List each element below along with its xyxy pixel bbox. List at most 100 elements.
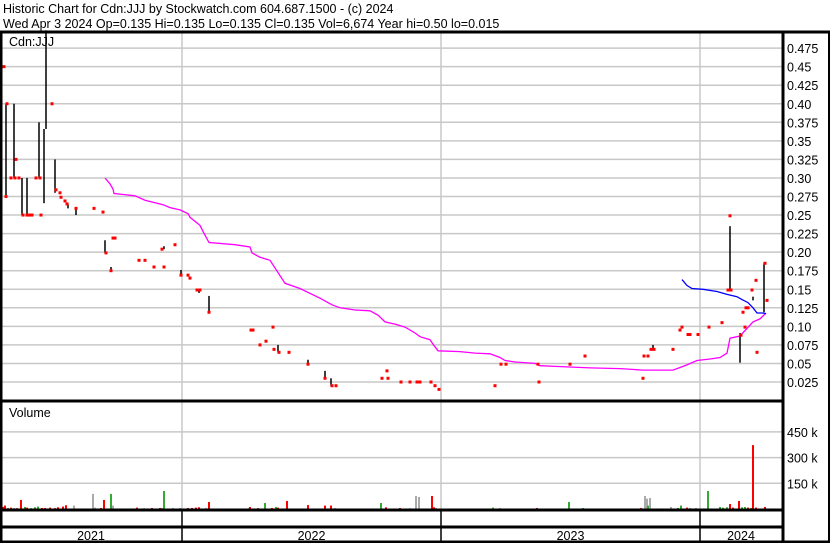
volume-tick-label: 150 k <box>787 477 818 491</box>
close-marker <box>583 354 587 358</box>
close-marker <box>380 376 384 380</box>
volume-bar <box>73 505 75 509</box>
close-marker <box>104 251 108 255</box>
price-tick-label: 0.45 <box>787 61 811 75</box>
volume-bar <box>324 505 326 509</box>
close-marker <box>641 376 645 380</box>
price-tick-label: 0.225 <box>787 228 818 242</box>
close-marker <box>63 199 67 203</box>
close-marker <box>188 276 192 280</box>
close-marker <box>50 102 54 106</box>
close-marker <box>162 265 166 269</box>
price-tick-label: 0.35 <box>787 135 811 149</box>
year-label: 2021 <box>77 529 105 543</box>
close-marker <box>198 288 202 292</box>
close-marker <box>109 269 113 273</box>
volume-bar <box>729 504 731 509</box>
price-tick-label: 0.125 <box>787 302 818 316</box>
close-marker <box>765 298 769 302</box>
close-marker <box>13 176 17 180</box>
volume-bar <box>264 503 266 509</box>
price-tick-label: 0.40 <box>787 98 811 112</box>
close-marker <box>101 210 105 214</box>
price-tick-label: 0.10 <box>787 320 811 334</box>
close-marker <box>671 347 675 351</box>
close-marker <box>65 202 69 206</box>
volume-bar <box>103 499 105 509</box>
close-marker <box>385 369 389 373</box>
volume-bar <box>92 493 94 509</box>
close-marker <box>58 191 62 195</box>
close-marker <box>536 362 540 366</box>
volume-bar <box>415 495 417 509</box>
stock-chart: Historic Chart for Cdn:JJJ by Stockwatch… <box>0 0 830 543</box>
close-marker <box>160 247 164 251</box>
close-marker <box>264 339 268 343</box>
close-marker <box>493 384 497 388</box>
price-tick-label: 0.375 <box>787 116 818 130</box>
close-marker <box>739 333 743 337</box>
volume-bar <box>286 500 288 509</box>
volume-bar <box>707 491 709 509</box>
volume-bar <box>752 445 754 509</box>
close-marker <box>696 333 700 337</box>
close-marker <box>74 206 78 210</box>
price-tick-label: 0.025 <box>787 376 818 390</box>
close-marker <box>504 362 508 366</box>
close-marker <box>271 325 275 329</box>
volume-bar <box>738 500 740 509</box>
close-marker <box>277 350 281 354</box>
close-marker <box>537 380 541 384</box>
close-marker <box>251 328 255 332</box>
close-marker <box>179 273 183 277</box>
close-marker <box>287 350 291 354</box>
close-marker <box>755 350 759 354</box>
close-marker <box>688 333 692 337</box>
close-marker <box>5 102 9 106</box>
close-marker <box>306 362 310 366</box>
close-marker <box>726 288 730 292</box>
close-marker <box>680 325 684 329</box>
close-marker <box>330 384 334 388</box>
close-marker <box>386 376 390 380</box>
volume-tick-label: 450 k <box>787 426 818 440</box>
volume-bar <box>112 505 114 509</box>
close-marker <box>763 261 767 265</box>
volume-bar <box>4 505 6 509</box>
close-marker <box>754 278 758 282</box>
close-marker <box>334 384 338 388</box>
volume-bar <box>330 505 332 509</box>
price-tick-label: 0.425 <box>787 79 818 93</box>
close-marker <box>272 347 276 351</box>
close-marker <box>113 236 117 240</box>
price-tick-label: 0.05 <box>787 357 811 371</box>
close-marker <box>21 213 25 217</box>
close-marker <box>646 354 650 358</box>
close-marker <box>4 195 8 198</box>
volume-bar <box>20 499 22 509</box>
close-marker <box>54 188 58 192</box>
volume-bar <box>418 497 420 509</box>
close-marker <box>652 347 656 351</box>
price-tick-label: 0.075 <box>787 339 818 353</box>
close-marker <box>568 362 572 366</box>
close-marker <box>143 258 147 262</box>
close-marker <box>17 176 21 180</box>
price-tick-label: 0.15 <box>787 283 811 297</box>
year-label: 2022 <box>298 529 326 543</box>
price-tick-label: 0.475 <box>787 42 818 56</box>
close-marker <box>418 380 422 384</box>
volume-bar <box>647 505 649 509</box>
price-tick-label: 0.275 <box>787 191 818 205</box>
quote-summary: Wed Apr 3 2024 Op=0.135 Hi=0.135 Lo=0.13… <box>3 17 499 31</box>
close-marker <box>750 288 754 292</box>
close-marker <box>323 376 327 380</box>
close-marker <box>186 273 190 277</box>
close-marker <box>649 347 653 351</box>
close-marker <box>92 206 96 210</box>
volume-tick-label: 300 k <box>787 452 818 466</box>
price-tick-label: 0.175 <box>787 265 818 279</box>
close-marker <box>34 176 38 180</box>
volume-bar <box>649 498 651 509</box>
close-marker <box>437 387 441 391</box>
